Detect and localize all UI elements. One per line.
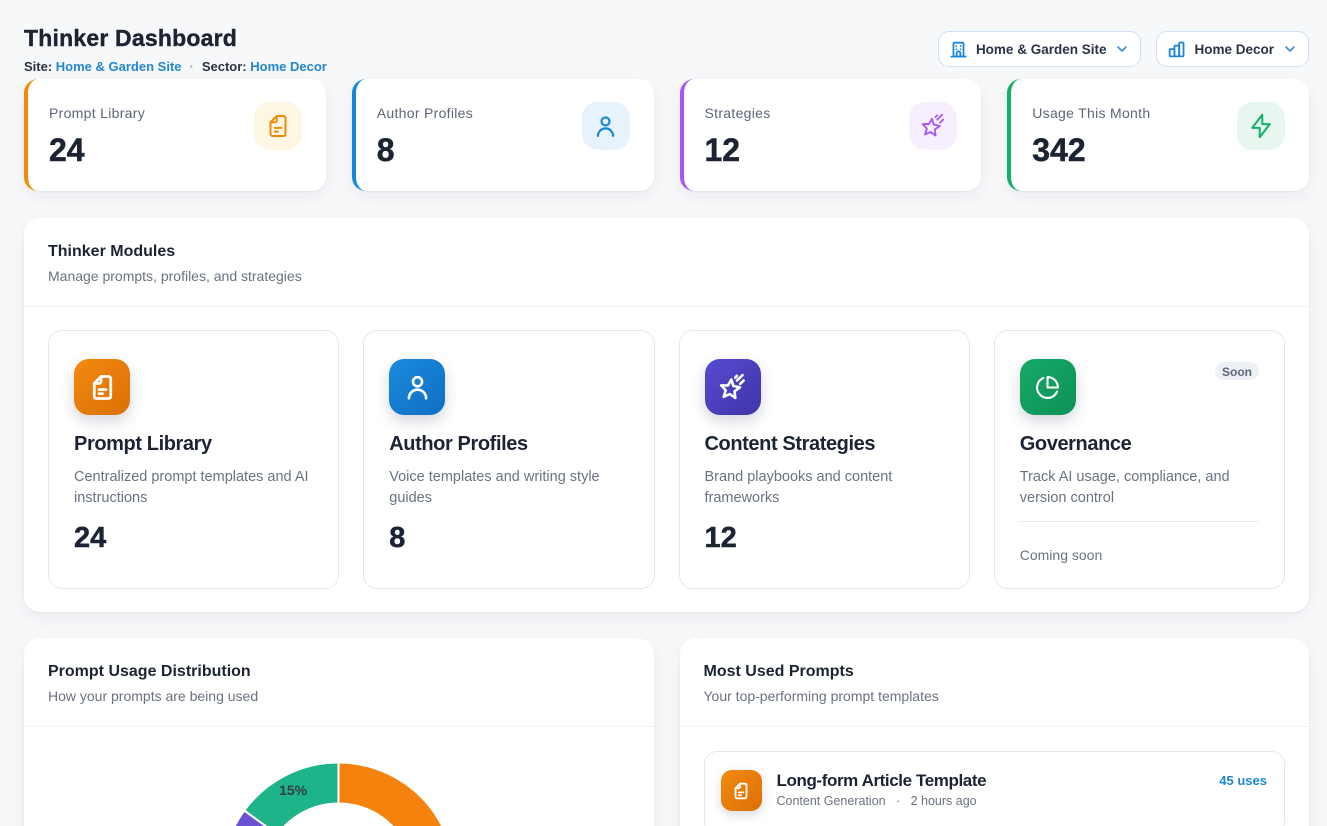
svg-text:15%: 15% (279, 782, 308, 798)
